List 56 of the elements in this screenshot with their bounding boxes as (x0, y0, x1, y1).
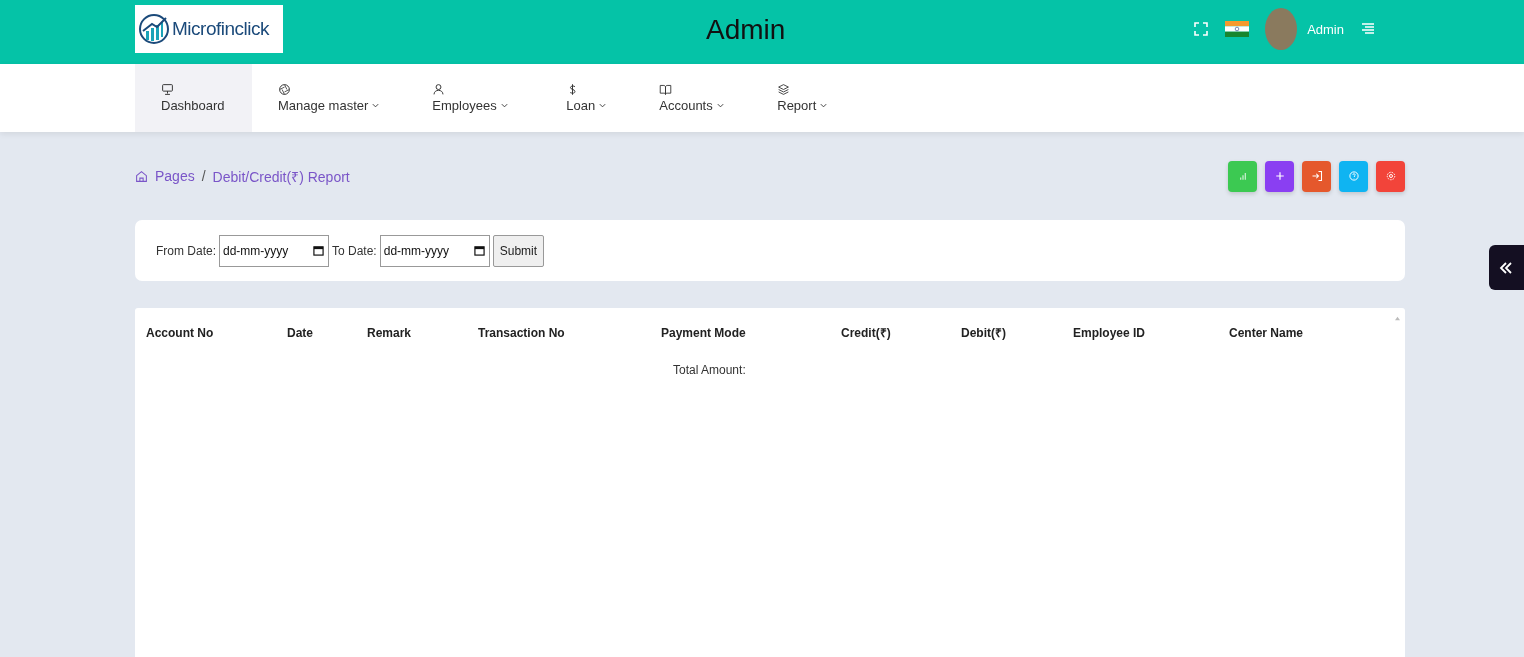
column-header: Remark (367, 325, 413, 341)
caret-icon (715, 101, 725, 110)
caret-icon (371, 101, 381, 110)
column-header: Date (287, 325, 314, 341)
caret-icon (598, 101, 608, 110)
nav-item[interactable]: Dashboard (135, 64, 252, 132)
nav-icon (777, 83, 791, 96)
avatar[interactable] (1265, 8, 1298, 50)
nav-item[interactable]: Report (751, 64, 855, 132)
breadcrumb-separator: / (201, 168, 206, 184)
action-button[interactable] (1376, 160, 1405, 192)
settings-icon (1384, 170, 1397, 182)
breadcrumb-link[interactable]: Pages (155, 168, 195, 184)
submit-button[interactable]: Submit (492, 234, 545, 267)
fullscreen-icon[interactable] (1193, 21, 1210, 37)
page-title: Admin (706, 14, 786, 46)
nav-item[interactable]: Employees (406, 64, 541, 132)
home-icon[interactable] (135, 169, 148, 183)
column-header: Center Name (1229, 325, 1305, 341)
from-date-label: From Date: (156, 243, 216, 258)
nav-icon (659, 83, 673, 96)
to-date-label: To Date: (332, 243, 377, 258)
nav-icon (161, 83, 174, 96)
calendar-icon[interactable] (313, 245, 324, 256)
breadcrumb-link[interactable]: Debit/Credit(₹) Report (212, 166, 350, 186)
nav-item[interactable]: Manage master (252, 64, 407, 132)
chart-logo-icon (138, 13, 170, 45)
action-button[interactable] (1302, 160, 1331, 192)
caret-icon (499, 101, 509, 110)
scroll-up-icon[interactable] (1394, 316, 1401, 321)
action-button[interactable] (1339, 160, 1368, 192)
logo[interactable]: Microfinclick (135, 5, 283, 53)
column-header: Payment Mode (661, 325, 747, 341)
from-date-field[interactable]: dd-mm-yyyy (219, 234, 329, 267)
flag-icon[interactable] (1225, 21, 1250, 37)
column-header: Debit(₹) (961, 325, 1007, 341)
total-amount-label: Total Amount: (673, 363, 747, 377)
column-header: Credit(₹) (841, 325, 892, 341)
nav-item[interactable]: Accounts (633, 64, 752, 132)
double-chevron-icon (1498, 259, 1514, 276)
column-header: Employee ID (1073, 325, 1147, 341)
column-header: Transaction No (478, 325, 566, 341)
caret-icon (819, 101, 829, 110)
action-button[interactable] (1265, 160, 1294, 192)
calendar-icon[interactable] (473, 245, 485, 256)
help-icon (1347, 170, 1360, 182)
nav-icon (278, 83, 291, 96)
to-date-field[interactable]: dd-mm-yyyy (379, 234, 490, 267)
collapse-button[interactable] (1489, 245, 1524, 290)
action-button[interactable] (1228, 160, 1257, 192)
nav-item[interactable]: Loan (540, 64, 634, 132)
plus-icon (1273, 170, 1286, 182)
menu-icon[interactable] (1360, 21, 1376, 37)
sign-in-icon (1310, 170, 1323, 182)
column-header: Account No (146, 325, 215, 341)
nav-icon (432, 83, 446, 96)
